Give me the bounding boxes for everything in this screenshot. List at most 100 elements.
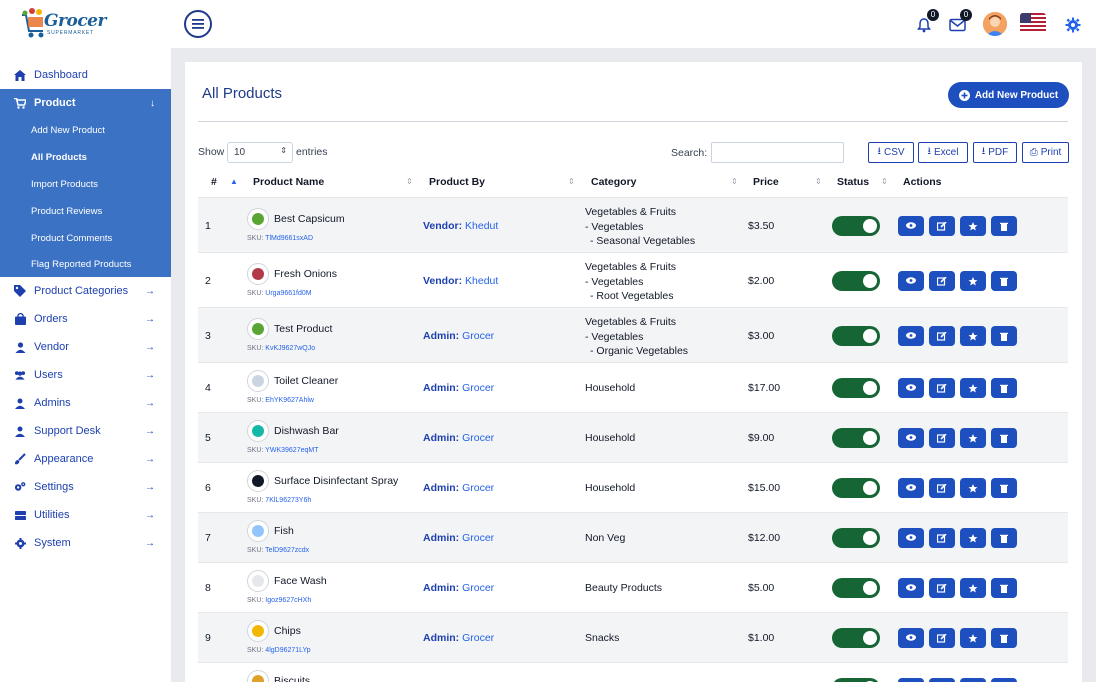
column-header-number[interactable]: # — [211, 176, 217, 188]
submenu-item-import-products[interactable]: Import Products — [31, 179, 98, 190]
product-name-link[interactable]: Fresh Onions — [274, 268, 337, 280]
settings-button[interactable] — [1062, 14, 1084, 36]
sidebar-item-utilities[interactable]: Utilities → — [0, 501, 171, 529]
product-thumbnail[interactable] — [247, 670, 269, 682]
edit-button[interactable] — [929, 428, 955, 448]
delete-button[interactable] — [991, 478, 1017, 498]
pdf-export-button[interactable]: ⭳ PDF — [973, 142, 1017, 163]
delete-button[interactable] — [991, 271, 1017, 291]
delete-button[interactable] — [991, 678, 1017, 682]
product-by[interactable]: Admin: Grocer — [423, 632, 494, 644]
feature-button[interactable] — [960, 578, 986, 598]
product-by[interactable]: Admin: Grocer — [423, 330, 494, 342]
notifications-button[interactable]: 0 — [913, 9, 939, 36]
status-toggle[interactable] — [832, 271, 880, 291]
product-name-link[interactable]: Fish — [274, 525, 294, 537]
submenu-item-flag-reported-products[interactable]: Flag Reported Products — [31, 259, 131, 270]
status-toggle[interactable] — [832, 578, 880, 598]
sidebar-item-users[interactable]: Users → — [0, 361, 171, 389]
delete-button[interactable] — [991, 326, 1017, 346]
product-name-link[interactable]: Chips — [274, 625, 301, 637]
product-by[interactable]: Admin: Grocer — [423, 432, 494, 444]
product-name-link[interactable]: Best Capsicum — [274, 213, 345, 225]
status-toggle[interactable] — [832, 678, 880, 682]
product-by[interactable]: Admin: Grocer — [423, 382, 494, 394]
sidebar-item-settings[interactable]: Settings → — [0, 473, 171, 501]
search-input[interactable] — [711, 142, 844, 163]
product-by[interactable]: Admin: Grocer — [423, 582, 494, 594]
sidebar-item-product[interactable]: Product ↓ — [0, 89, 171, 117]
edit-button[interactable] — [929, 216, 955, 236]
view-button[interactable] — [898, 628, 924, 648]
product-thumbnail[interactable] — [247, 520, 269, 542]
view-button[interactable] — [898, 578, 924, 598]
status-toggle[interactable] — [832, 528, 880, 548]
product-name-link[interactable]: Biscuits — [274, 675, 310, 682]
add-new-product-button[interactable]: Add New Product — [948, 82, 1069, 108]
product-name-link[interactable]: Dishwash Bar — [274, 425, 339, 437]
delete-button[interactable] — [991, 578, 1017, 598]
feature-button[interactable] — [960, 428, 986, 448]
edit-button[interactable] — [929, 678, 955, 682]
view-button[interactable] — [898, 326, 924, 346]
excel-export-button[interactable]: ⭳ Excel — [918, 142, 968, 163]
column-header-price[interactable]: Price — [753, 176, 779, 188]
status-toggle[interactable] — [832, 378, 880, 398]
status-toggle[interactable] — [832, 326, 880, 346]
sidebar-item-admins[interactable]: Admins → — [0, 389, 171, 417]
status-toggle[interactable] — [832, 216, 880, 236]
entries-select[interactable]: 10 ⇕ — [227, 142, 293, 163]
column-header-product-by[interactable]: Product By — [429, 176, 485, 188]
sidebar-item-support-desk[interactable]: Support Desk → — [0, 417, 171, 445]
user-avatar[interactable] — [983, 12, 1007, 36]
column-header-status[interactable]: Status — [837, 176, 869, 188]
sidebar-item-product-categories[interactable]: Product Categories → — [0, 277, 171, 305]
column-header-product-name[interactable]: Product Name — [253, 176, 324, 188]
product-thumbnail[interactable] — [247, 470, 269, 492]
product-thumbnail[interactable] — [247, 620, 269, 642]
product-thumbnail[interactable] — [247, 208, 269, 230]
feature-button[interactable] — [960, 528, 986, 548]
product-by[interactable]: Admin: Grocer — [423, 482, 494, 494]
sidebar-item-system[interactable]: System → — [0, 529, 171, 557]
product-name-link[interactable]: Toilet Cleaner — [274, 375, 338, 387]
delete-button[interactable] — [991, 428, 1017, 448]
delete-button[interactable] — [991, 216, 1017, 236]
messages-button[interactable]: 0 — [946, 9, 972, 36]
view-button[interactable] — [898, 528, 924, 548]
feature-button[interactable] — [960, 478, 986, 498]
product-thumbnail[interactable] — [247, 570, 269, 592]
status-toggle[interactable] — [832, 428, 880, 448]
menu-toggle-button[interactable] — [184, 10, 212, 38]
product-thumbnail[interactable] — [247, 263, 269, 285]
view-button[interactable] — [898, 271, 924, 291]
delete-button[interactable] — [991, 528, 1017, 548]
submenu-item-product-reviews[interactable]: Product Reviews — [31, 206, 102, 217]
edit-button[interactable] — [929, 578, 955, 598]
view-button[interactable] — [898, 378, 924, 398]
product-name-link[interactable]: Face Wash — [274, 575, 327, 587]
product-by[interactable]: Vendor: Khedut — [423, 275, 498, 287]
status-toggle[interactable] — [832, 628, 880, 648]
sidebar-item-vendor[interactable]: Vendor → — [0, 333, 171, 361]
submenu-item-all-products[interactable]: All Products — [31, 152, 87, 163]
edit-button[interactable] — [929, 478, 955, 498]
product-by[interactable]: Vendor: Khedut — [423, 220, 498, 232]
view-button[interactable] — [898, 478, 924, 498]
view-button[interactable] — [898, 216, 924, 236]
edit-button[interactable] — [929, 326, 955, 346]
product-thumbnail[interactable] — [247, 370, 269, 392]
csv-export-button[interactable]: ⭳ CSV — [868, 142, 914, 163]
logo[interactable]: Grocer SUPERMARKET — [20, 5, 106, 43]
edit-button[interactable] — [929, 271, 955, 291]
edit-button[interactable] — [929, 528, 955, 548]
submenu-item-add-new-product[interactable]: Add New Product — [31, 125, 105, 136]
product-name-link[interactable]: Test Product — [274, 323, 332, 335]
product-name-link[interactable]: Surface Disinfectant Spray — [274, 475, 398, 487]
product-thumbnail[interactable] — [247, 318, 269, 340]
product-thumbnail[interactable] — [247, 420, 269, 442]
edit-button[interactable] — [929, 628, 955, 648]
delete-button[interactable] — [991, 378, 1017, 398]
feature-button[interactable] — [960, 678, 986, 682]
feature-button[interactable] — [960, 378, 986, 398]
